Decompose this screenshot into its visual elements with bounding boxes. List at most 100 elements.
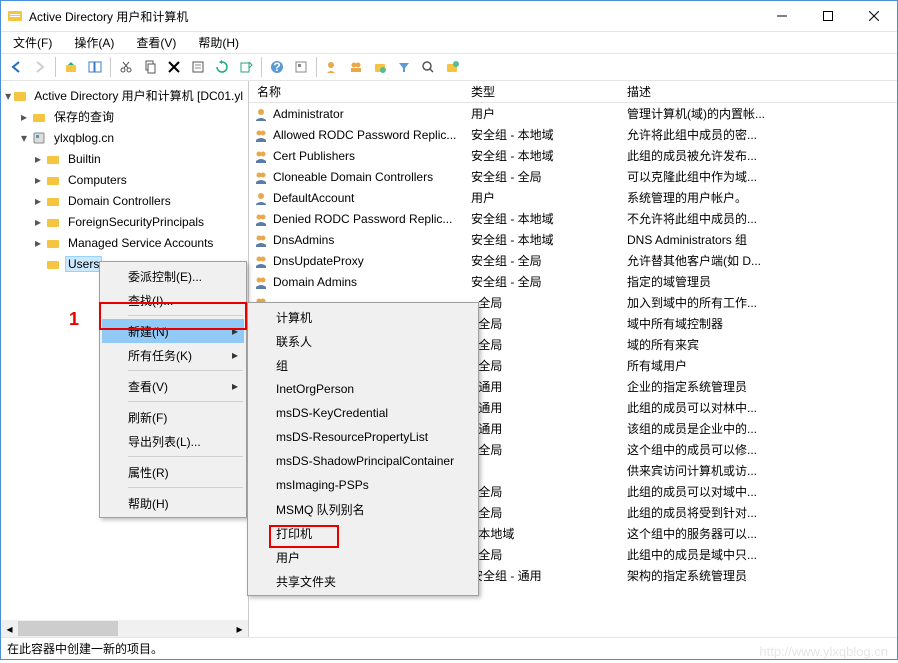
list-row[interactable]: Domain Admins安全组 - 全局指定的域管理员 <box>249 271 897 292</box>
expander-icon[interactable]: ▸ <box>31 173 45 187</box>
ctx-sub-item[interactable]: msDS-KeyCredential <box>250 401 476 425</box>
tree-item-builtin[interactable]: ▸Builtin <box>3 148 246 169</box>
app-icon <box>7 8 23 24</box>
add-icon[interactable] <box>441 56 463 78</box>
tree-domain[interactable]: ▾ ylxqblog.cn <box>3 127 246 148</box>
show-hide-button[interactable] <box>84 56 106 78</box>
tree-item-managed-service-accounts[interactable]: ▸Managed Service Accounts <box>3 232 246 253</box>
cell-desc: 加入到域中的所有工作... <box>619 294 897 311</box>
delete-button[interactable] <box>163 56 185 78</box>
up-button[interactable] <box>60 56 82 78</box>
filter-icon[interactable] <box>393 56 415 78</box>
ctx-item[interactable]: 委派控制(E)... <box>102 264 244 288</box>
scroll-left-button[interactable]: ◂ <box>1 620 18 637</box>
ctx-sub-item[interactable]: msImaging-PSPs <box>250 473 476 497</box>
cell-type: - 通用 <box>463 399 619 416</box>
ctx-sub-item[interactable]: InetOrgPerson <box>250 377 476 401</box>
list-row[interactable]: Administrator用户管理计算机(域)的内置帐... <box>249 103 897 124</box>
help-button[interactable]: ? <box>266 56 288 78</box>
list-row[interactable]: Allowed RODC Password Replic...安全组 - 本地域… <box>249 124 897 145</box>
forward-button[interactable] <box>29 56 51 78</box>
list-row[interactable]: Denied RODC Password Replic...安全组 - 本地域不… <box>249 208 897 229</box>
expander-icon[interactable]: ▸ <box>17 110 31 124</box>
column-type[interactable]: 类型 <box>463 83 619 100</box>
ctx-sub-item[interactable]: 用户 <box>250 545 476 569</box>
folder-icon <box>45 256 61 272</box>
menu-action[interactable]: 操作(A) <box>70 32 118 53</box>
cell-type: - 通用 <box>463 420 619 437</box>
cell-name: DnsUpdateProxy <box>273 254 364 268</box>
ctx-item[interactable]: 帮助(H) <box>102 491 244 515</box>
expander-icon[interactable]: ▸ <box>31 215 45 229</box>
cell-type: 安全组 - 本地域 <box>463 210 619 227</box>
new-group-icon[interactable] <box>345 56 367 78</box>
copy-button[interactable] <box>139 56 161 78</box>
new-ou-icon[interactable] <box>369 56 391 78</box>
ctx-item[interactable]: 属性(R) <box>102 460 244 484</box>
menu-help[interactable]: 帮助(H) <box>194 32 243 53</box>
expander-icon[interactable]: ▸ <box>31 194 45 208</box>
ctx-sub-item[interactable]: 共享文件夹 <box>250 569 476 593</box>
tree-label: Users <box>65 256 102 272</box>
find-button[interactable] <box>290 56 312 78</box>
ctx-item[interactable]: 新建(N)▸ <box>102 319 244 343</box>
menu-file[interactable]: 文件(F) <box>9 32 56 53</box>
cell-type: 安全组 - 本地域 <box>463 126 619 143</box>
tree-saved-queries[interactable]: ▸ 保存的查询 <box>3 106 246 127</box>
ctx-label: 查看(V) <box>128 378 168 395</box>
expander-icon[interactable]: ▸ <box>31 236 45 250</box>
ctx-sub-item[interactable]: msDS-ResourcePropertyList <box>250 425 476 449</box>
column-name[interactable]: 名称 <box>249 83 463 100</box>
expander-icon[interactable]: ▾ <box>17 131 31 145</box>
tree-item-foreignsecurityprincipals[interactable]: ▸ForeignSecurityPrincipals <box>3 211 246 232</box>
menubar: 文件(F) 操作(A) 查看(V) 帮助(H) <box>1 31 897 53</box>
cell-desc: 指定的域管理员 <box>619 273 897 290</box>
aduc-icon <box>13 88 27 104</box>
ctx-sub-item[interactable]: 打印机 <box>250 521 476 545</box>
list-row[interactable]: Cert Publishers安全组 - 本地域此组的成员被允许发布... <box>249 145 897 166</box>
close-button[interactable] <box>851 1 897 31</box>
search-icon[interactable] <box>417 56 439 78</box>
cell-type: - 通用 <box>463 378 619 395</box>
scroll-track[interactable] <box>18 620 231 637</box>
properties-button[interactable] <box>187 56 209 78</box>
submenu-arrow-icon: ▸ <box>232 379 238 393</box>
ctx-item[interactable]: 查看(V) ▸ <box>102 374 244 398</box>
ctx-item[interactable]: 查找(I)... <box>102 288 244 312</box>
ctx-item[interactable]: 所有任务(K)▸ <box>102 343 244 367</box>
scroll-right-button[interactable]: ▸ <box>231 620 248 637</box>
tree-item-domain-controllers[interactable]: ▸Domain Controllers <box>3 190 246 211</box>
minimize-button[interactable] <box>759 1 805 31</box>
ctx-label: msImaging-PSPs <box>276 478 369 492</box>
cell-type: - 全局 <box>463 483 619 500</box>
tree-label: 保存的查询 <box>51 107 117 126</box>
tree-root[interactable]: ▾ Active Directory 用户和计算机 [DC01.yl <box>3 85 246 106</box>
column-desc[interactable]: 描述 <box>619 83 897 100</box>
maximize-button[interactable] <box>805 1 851 31</box>
ctx-item[interactable]: 导出列表(L)... <box>102 429 244 453</box>
export-button[interactable] <box>235 56 257 78</box>
list-row[interactable]: Cloneable Domain Controllers安全组 - 全局可以克隆… <box>249 166 897 187</box>
ctx-sub-item[interactable]: 组 <box>250 353 476 377</box>
expander-icon[interactable]: ▸ <box>31 152 45 166</box>
list-row[interactable]: DefaultAccount用户系统管理的用户帐户。 <box>249 187 897 208</box>
menu-view[interactable]: 查看(V) <box>132 32 180 53</box>
cell-name: Domain Admins <box>273 275 357 289</box>
list-row[interactable]: DnsAdmins安全组 - 本地域DNS Administrators 组 <box>249 229 897 250</box>
ctx-sub-item[interactable]: 计算机 <box>250 305 476 329</box>
ctx-sub-item[interactable]: MSMQ 队列别名 <box>250 497 476 521</box>
separator <box>316 57 317 77</box>
ctx-item[interactable]: 刷新(F) <box>102 405 244 429</box>
scroll-thumb[interactable] <box>18 621 118 636</box>
back-button[interactable] <box>5 56 27 78</box>
new-user-icon[interactable] <box>321 56 343 78</box>
expander-icon[interactable]: ▾ <box>3 89 13 103</box>
refresh-button[interactable] <box>211 56 233 78</box>
scrollbar-horizontal[interactable]: ◂ ▸ <box>1 620 248 637</box>
ctx-sub-item[interactable]: msDS-ShadowPrincipalContainer <box>250 449 476 473</box>
tree-item-computers[interactable]: ▸Computers <box>3 169 246 190</box>
list-row[interactable]: DnsUpdateProxy安全组 - 全局允许替其他客户端(如 D... <box>249 250 897 271</box>
tree-label: ylxqblog.cn <box>51 130 117 146</box>
ctx-sub-item[interactable]: 联系人 <box>250 329 476 353</box>
cut-button[interactable] <box>115 56 137 78</box>
